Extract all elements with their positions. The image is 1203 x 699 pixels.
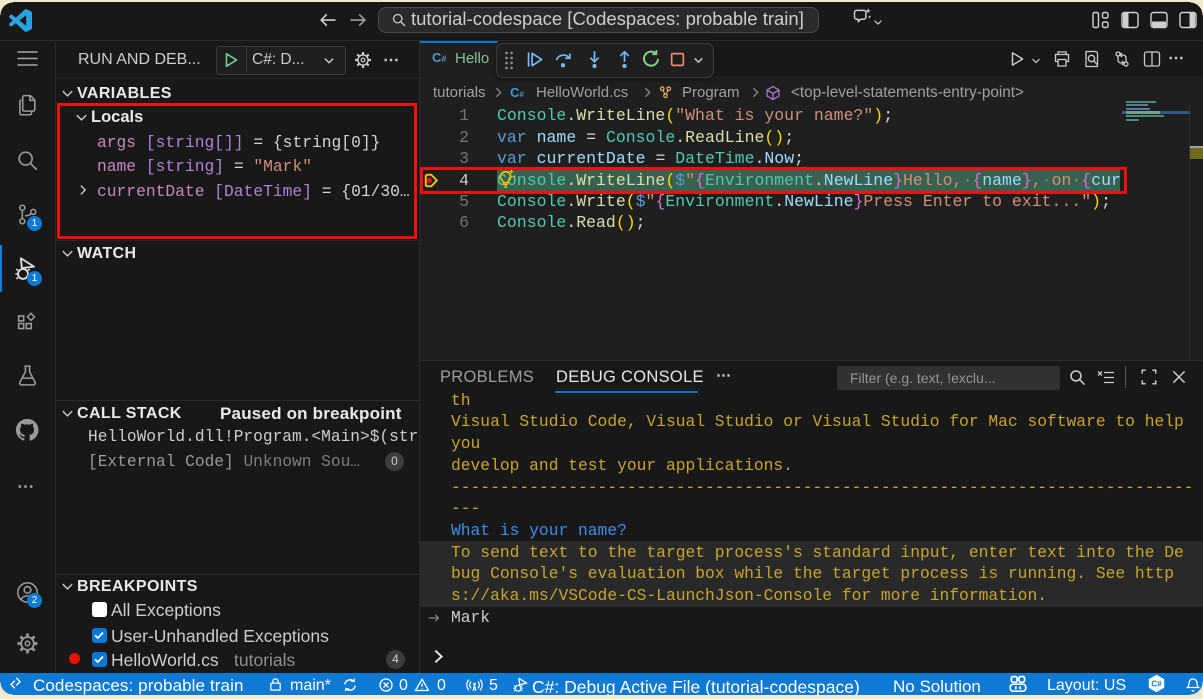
svg-text:C#: C# [1151,680,1162,689]
